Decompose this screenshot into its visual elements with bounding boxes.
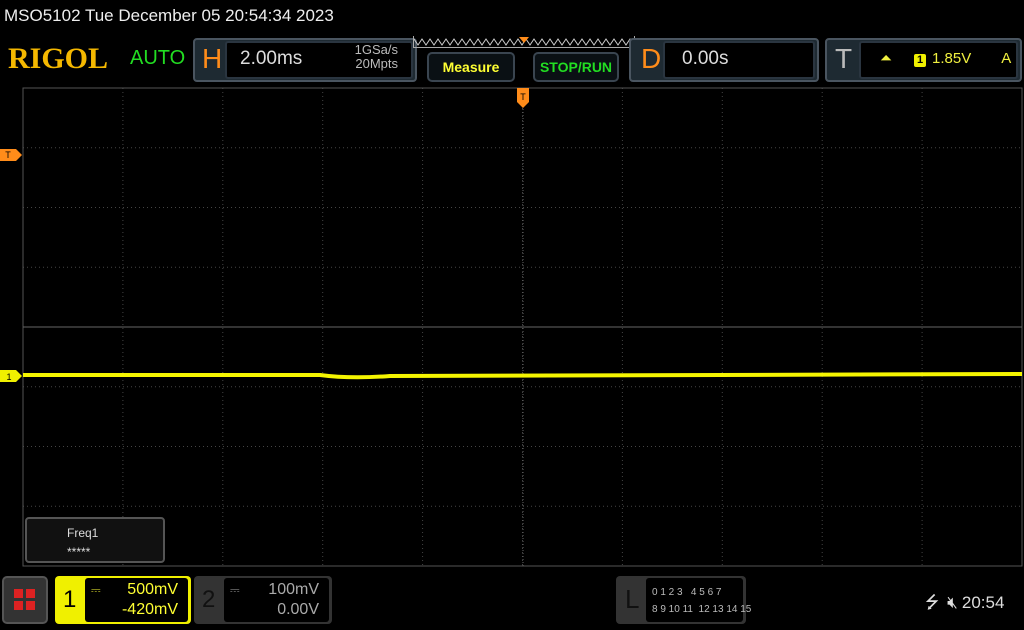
- channel1-offset: -420mV: [121, 601, 178, 618]
- menu-grid-icon: [14, 589, 35, 610]
- logic-letter: L: [625, 584, 640, 614]
- mute-icon[interactable]: 🔇︎: [947, 593, 958, 612]
- channel2-offset: 0.00V: [277, 601, 319, 618]
- measurement-name: Freq1: [67, 526, 99, 540]
- dc-coupling-icon: ⎓: [230, 583, 240, 597]
- trigger-position-label: T: [520, 92, 526, 102]
- clock-time: 20:54: [961, 593, 1005, 612]
- measurement-value: *****: [67, 545, 91, 559]
- measurement-box[interactable]: Freq1 *****: [25, 517, 165, 563]
- logic-panel[interactable]: L 0 1 2 3 4 5 6 7 8 9 10 11 12 13 14 15: [616, 576, 752, 624]
- dc-coupling-icon: ⎓: [91, 583, 101, 597]
- status-bar: ⭍ 🔇︎ 20:54: [925, 590, 1004, 619]
- usb-icon[interactable]: ⭍: [925, 593, 939, 612]
- logic-channels-row2: 8 9 10 11 12 13 14 15: [652, 604, 752, 615]
- channel2-panel[interactable]: 2 ⎓ 100mV 0.00V: [194, 576, 332, 624]
- channel1-number: 1: [63, 586, 77, 613]
- trigger-position-marker: T: [517, 88, 529, 108]
- menu-button[interactable]: [2, 576, 48, 624]
- logic-channels-row1: 0 1 2 3 4 5 6 7: [652, 587, 722, 598]
- channel1-scale: 500mV: [127, 581, 178, 598]
- channel2-scale: 100mV: [268, 581, 319, 598]
- channel2-number: 2: [202, 586, 216, 613]
- trigger-level-marker: T: [0, 149, 22, 161]
- channel1-trace: [23, 372, 1023, 380]
- channel1-panel[interactable]: 1 ⎓ 500mV -420mV: [55, 576, 191, 624]
- channel1-marker: 1: [0, 370, 22, 382]
- trigger-level-label: T: [5, 150, 11, 160]
- channel1-marker-label: 1: [6, 372, 11, 382]
